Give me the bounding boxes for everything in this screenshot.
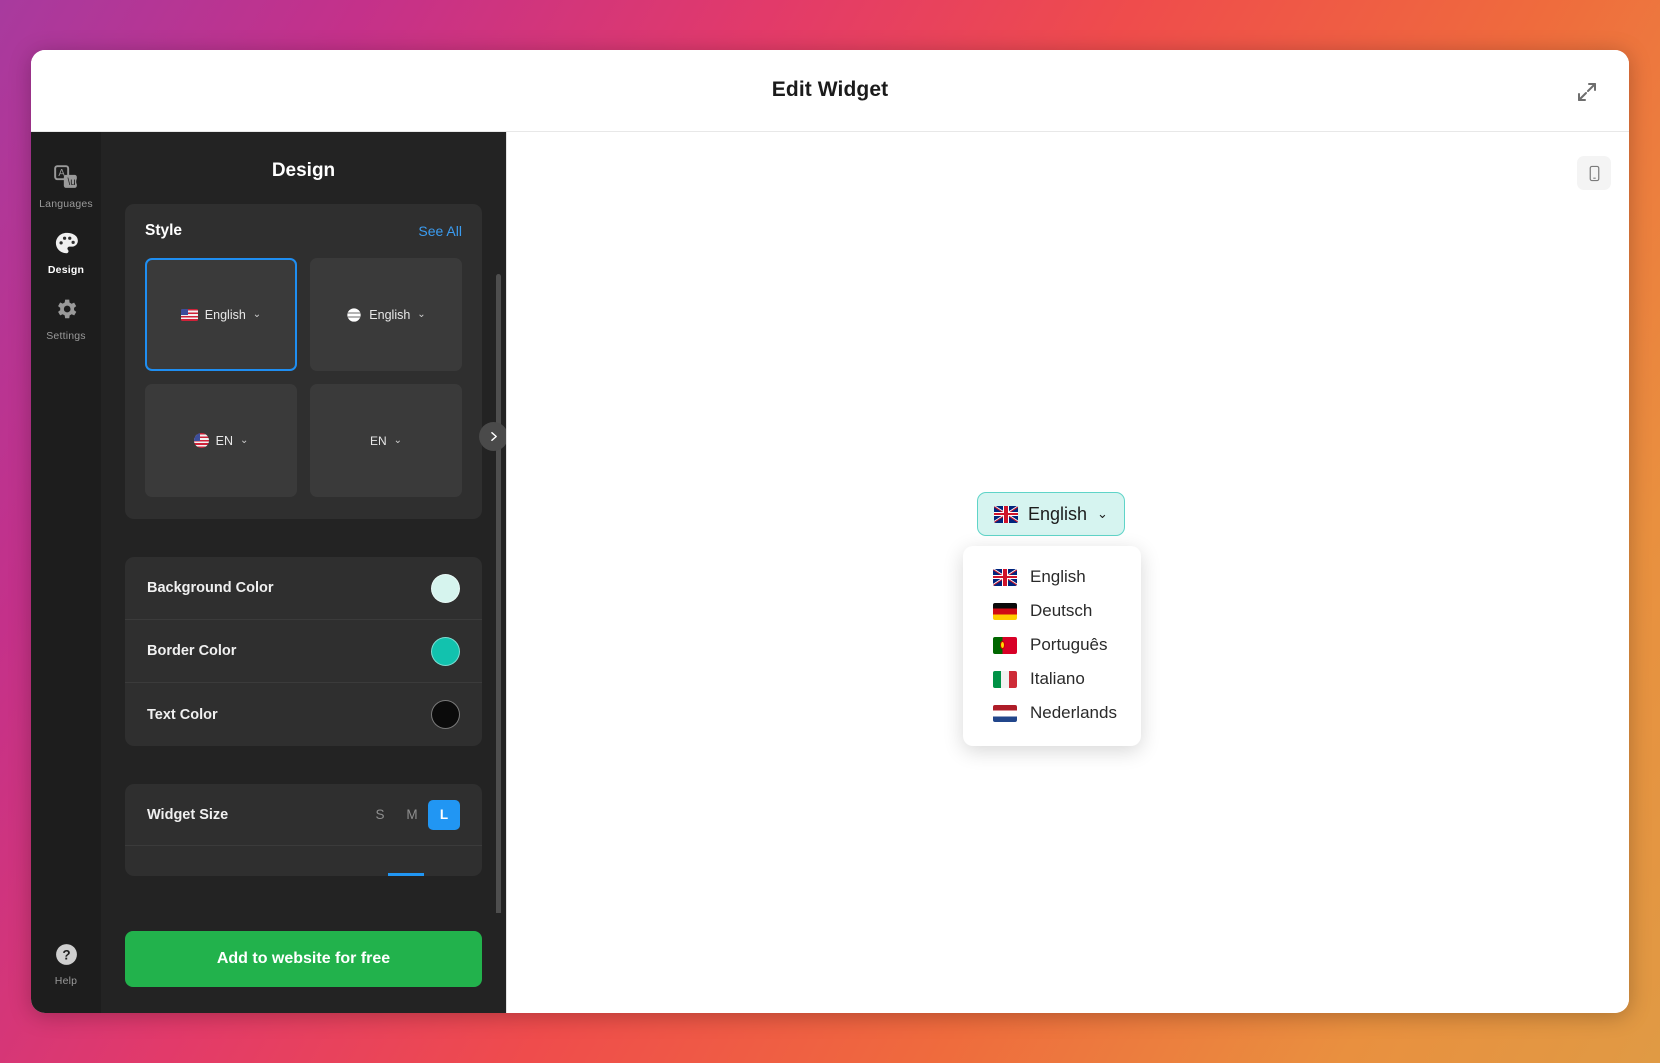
sidebar-item-help[interactable]: ? Help bbox=[31, 929, 101, 995]
chevron-down-icon: ⌄ bbox=[1097, 506, 1108, 521]
sidebar-item-languages[interactable]: A \u6587 Languages bbox=[31, 152, 101, 218]
style-tile-preview: English ⌄ bbox=[346, 307, 426, 323]
portugal-flag-icon bbox=[993, 636, 1017, 654]
widget-size-card: Widget Size S M L bbox=[125, 784, 482, 876]
language-dropdown-menu: English Deutsch Português Italiano Neder… bbox=[963, 546, 1141, 746]
chevron-down-icon: ⌄ bbox=[252, 309, 262, 320]
cta-container: Add to website for free bbox=[101, 913, 506, 1013]
style-tile-text-only-en[interactable]: EN ⌄ bbox=[310, 384, 462, 497]
translate-icon: A \u6587 bbox=[51, 162, 81, 192]
design-panel: Design Style See All English ⌄ English ⌄… bbox=[101, 132, 506, 1013]
mobile-phone-icon[interactable] bbox=[1577, 156, 1611, 190]
style-tile-preview: EN ⌄ bbox=[370, 434, 402, 448]
widget-size-label: Widget Size bbox=[147, 806, 229, 823]
add-to-website-button[interactable]: Add to website for free bbox=[125, 931, 482, 987]
gear-icon bbox=[51, 294, 81, 324]
language-option-italiano[interactable]: Italiano bbox=[963, 662, 1141, 696]
page-title: Edit Widget bbox=[771, 78, 889, 101]
text-color-label: Text Color bbox=[147, 706, 218, 723]
svg-text:?: ? bbox=[62, 947, 70, 962]
language-option-label: English bbox=[1030, 567, 1086, 586]
svg-text:\u6587: \u6587 bbox=[68, 177, 79, 188]
see-all-link[interactable]: See All bbox=[418, 223, 462, 239]
background-color-swatch[interactable] bbox=[431, 573, 460, 603]
language-option-label: Nederlands bbox=[1030, 703, 1117, 722]
palette-icon bbox=[51, 228, 81, 258]
style-tile-label: English bbox=[204, 307, 246, 322]
panel-scrollbar[interactable] bbox=[496, 274, 501, 913]
sidebar-item-design[interactable]: Design bbox=[31, 218, 101, 284]
edit-widget-window: Edit Widget A \u6587 Languages bbox=[31, 50, 1629, 1013]
netherlands-flag-icon bbox=[993, 704, 1017, 722]
border-color-row[interactable]: Border Color bbox=[125, 620, 482, 683]
chevron-right-icon[interactable] bbox=[479, 422, 506, 451]
language-option-label: Português bbox=[1030, 635, 1108, 654]
text-color-row[interactable]: Text Color bbox=[125, 683, 482, 746]
sidebar-item-label: Languages bbox=[39, 198, 93, 210]
sidebar-item-label: Help bbox=[54, 975, 78, 987]
design-panel-title: Design bbox=[271, 160, 336, 181]
svg-text:A: A bbox=[58, 168, 65, 179]
style-tile-preview: English ⌄ bbox=[180, 307, 262, 322]
question-circle-icon: ? bbox=[51, 939, 81, 969]
widget-size-row: Widget Size S M L bbox=[125, 784, 482, 846]
language-option-deutsch[interactable]: Deutsch bbox=[963, 594, 1141, 628]
style-tile-us-circle-en[interactable]: EN ⌄ bbox=[145, 384, 297, 497]
text-color-swatch[interactable] bbox=[431, 700, 460, 729]
style-label: Style bbox=[145, 222, 183, 239]
style-tile-label: English bbox=[369, 307, 411, 322]
language-option-label: Deutsch bbox=[1030, 601, 1093, 620]
widget-size-toggle: S M L bbox=[364, 799, 460, 830]
language-option-portugues[interactable]: Português bbox=[963, 628, 1141, 662]
language-option-nederlands[interactable]: Nederlands bbox=[963, 696, 1141, 730]
window-body: A \u6587 Languages Design bbox=[31, 132, 1629, 1013]
style-tile-us-flag-english[interactable]: English ⌄ bbox=[145, 258, 297, 371]
color-settings-card: Background Color Border Color Text Color bbox=[125, 557, 482, 746]
background-color-row[interactable]: Background Color bbox=[125, 557, 482, 620]
size-option-m[interactable]: M bbox=[396, 800, 428, 830]
style-tile-label: EN bbox=[369, 433, 387, 448]
expand-arrows-icon[interactable] bbox=[1569, 74, 1605, 110]
selected-language-label: English bbox=[1028, 503, 1088, 524]
germany-flag-icon bbox=[993, 602, 1017, 620]
us-flag-icon bbox=[180, 308, 198, 321]
style-card: Style See All English ⌄ English ⌄ EN ⌄ E… bbox=[125, 204, 482, 519]
chevron-down-icon: ⌄ bbox=[417, 309, 426, 320]
window-header: Edit Widget bbox=[31, 50, 1629, 132]
sidebar-item-settings[interactable]: Settings bbox=[31, 284, 101, 350]
border-color-label: Border Color bbox=[147, 643, 237, 659]
sidebar-item-label: Design bbox=[47, 264, 85, 276]
us-flag-circle-icon bbox=[193, 433, 209, 448]
language-selector-widget: English ⌄ English Deutsch Português Ital… bbox=[963, 492, 1141, 746]
language-option-english[interactable]: English bbox=[963, 560, 1141, 594]
style-tile-globe-english[interactable]: English ⌄ bbox=[310, 258, 462, 371]
language-option-label: Italiano bbox=[1030, 669, 1085, 688]
sidebar-item-label: Settings bbox=[46, 330, 86, 342]
border-color-swatch[interactable] bbox=[431, 636, 460, 666]
background-color-label: Background Color bbox=[147, 580, 274, 596]
style-tile-grid: English ⌄ English ⌄ EN ⌄ EN ⌄ bbox=[145, 258, 462, 497]
style-card-header: Style See All bbox=[145, 222, 462, 240]
size-option-s[interactable]: S bbox=[364, 800, 396, 830]
chevron-down-icon: ⌄ bbox=[393, 435, 403, 446]
size-option-l[interactable]: L bbox=[428, 799, 460, 830]
uk-flag-icon bbox=[993, 568, 1017, 586]
active-indicator bbox=[388, 873, 424, 876]
style-tile-preview: EN ⌄ bbox=[193, 433, 249, 448]
uk-flag-icon bbox=[994, 505, 1018, 523]
style-tile-label: EN bbox=[215, 433, 233, 448]
language-selector-button[interactable]: English ⌄ bbox=[977, 492, 1125, 536]
globe-icon bbox=[346, 307, 362, 323]
italy-flag-icon bbox=[993, 670, 1017, 688]
left-icon-rail: A \u6587 Languages Design bbox=[31, 132, 101, 1013]
chevron-down-icon: ⌄ bbox=[239, 435, 249, 446]
design-scroll-area[interactable]: Style See All English ⌄ English ⌄ EN ⌄ E… bbox=[101, 204, 506, 913]
partially-visible-row bbox=[125, 846, 482, 876]
widget-preview-area: English ⌄ English Deutsch Português Ital… bbox=[506, 132, 1629, 1013]
